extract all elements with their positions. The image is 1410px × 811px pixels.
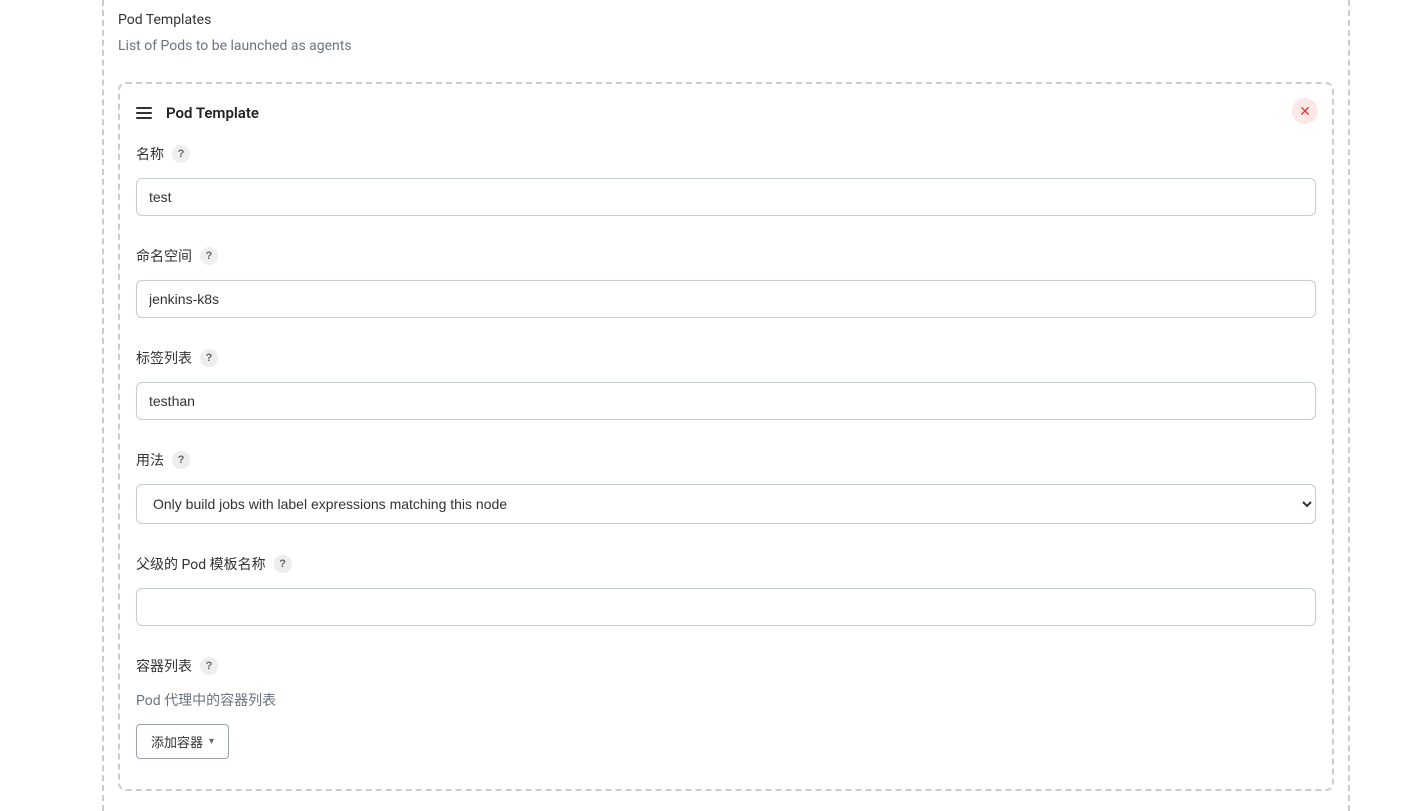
usage-select[interactable]: Only build jobs with label expressions m… xyxy=(136,484,1316,524)
name-label: 名称 xyxy=(136,144,164,164)
name-input[interactable] xyxy=(136,178,1316,216)
drag-handle-icon[interactable] xyxy=(136,107,152,119)
labels-label: 标签列表 xyxy=(136,348,192,368)
usage-label: 用法 xyxy=(136,450,164,470)
help-icon[interactable]: ? xyxy=(172,451,190,469)
pod-template-title: Pod Template xyxy=(166,104,259,122)
parent-template-input[interactable] xyxy=(136,588,1316,626)
add-container-label: 添加容器 xyxy=(151,732,203,751)
field-usage: 用法 ? Only build jobs with label expressi… xyxy=(136,450,1316,524)
help-icon[interactable]: ? xyxy=(200,657,218,675)
section-description: List of Pods to be launched as agents xyxy=(118,38,1334,54)
close-icon[interactable]: ✕ xyxy=(1292,98,1318,124)
namespace-label: 命名空间 xyxy=(136,246,192,266)
help-icon[interactable]: ? xyxy=(172,145,190,163)
help-icon[interactable]: ? xyxy=(274,555,292,573)
containers-description: Pod 代理中的容器列表 xyxy=(136,690,1316,710)
add-container-button[interactable]: 添加容器 ▾ xyxy=(136,724,229,759)
field-labels: 标签列表 ? xyxy=(136,348,1316,420)
help-icon[interactable]: ? xyxy=(200,247,218,265)
field-name: 名称 ? xyxy=(136,144,1316,216)
parent-template-label: 父级的 Pod 模板名称 xyxy=(136,554,266,574)
labels-input[interactable] xyxy=(136,382,1316,420)
pod-template-header: Pod Template xyxy=(136,104,1316,122)
containers-label: 容器列表 xyxy=(136,656,192,676)
caret-down-icon: ▾ xyxy=(209,736,214,747)
section-title: Pod Templates xyxy=(118,12,1334,28)
pod-template-box: Pod Template ✕ 名称 ? 命名空间 ? 标签列表 ? xyxy=(118,82,1334,791)
field-namespace: 命名空间 ? xyxy=(136,246,1316,318)
field-containers: 容器列表 ? Pod 代理中的容器列表 添加容器 ▾ xyxy=(136,656,1316,759)
namespace-input[interactable] xyxy=(136,280,1316,318)
pod-templates-section: Pod Templates List of Pods to be launche… xyxy=(102,0,1350,811)
help-icon[interactable]: ? xyxy=(200,349,218,367)
field-parent-template: 父级的 Pod 模板名称 ? xyxy=(136,554,1316,626)
